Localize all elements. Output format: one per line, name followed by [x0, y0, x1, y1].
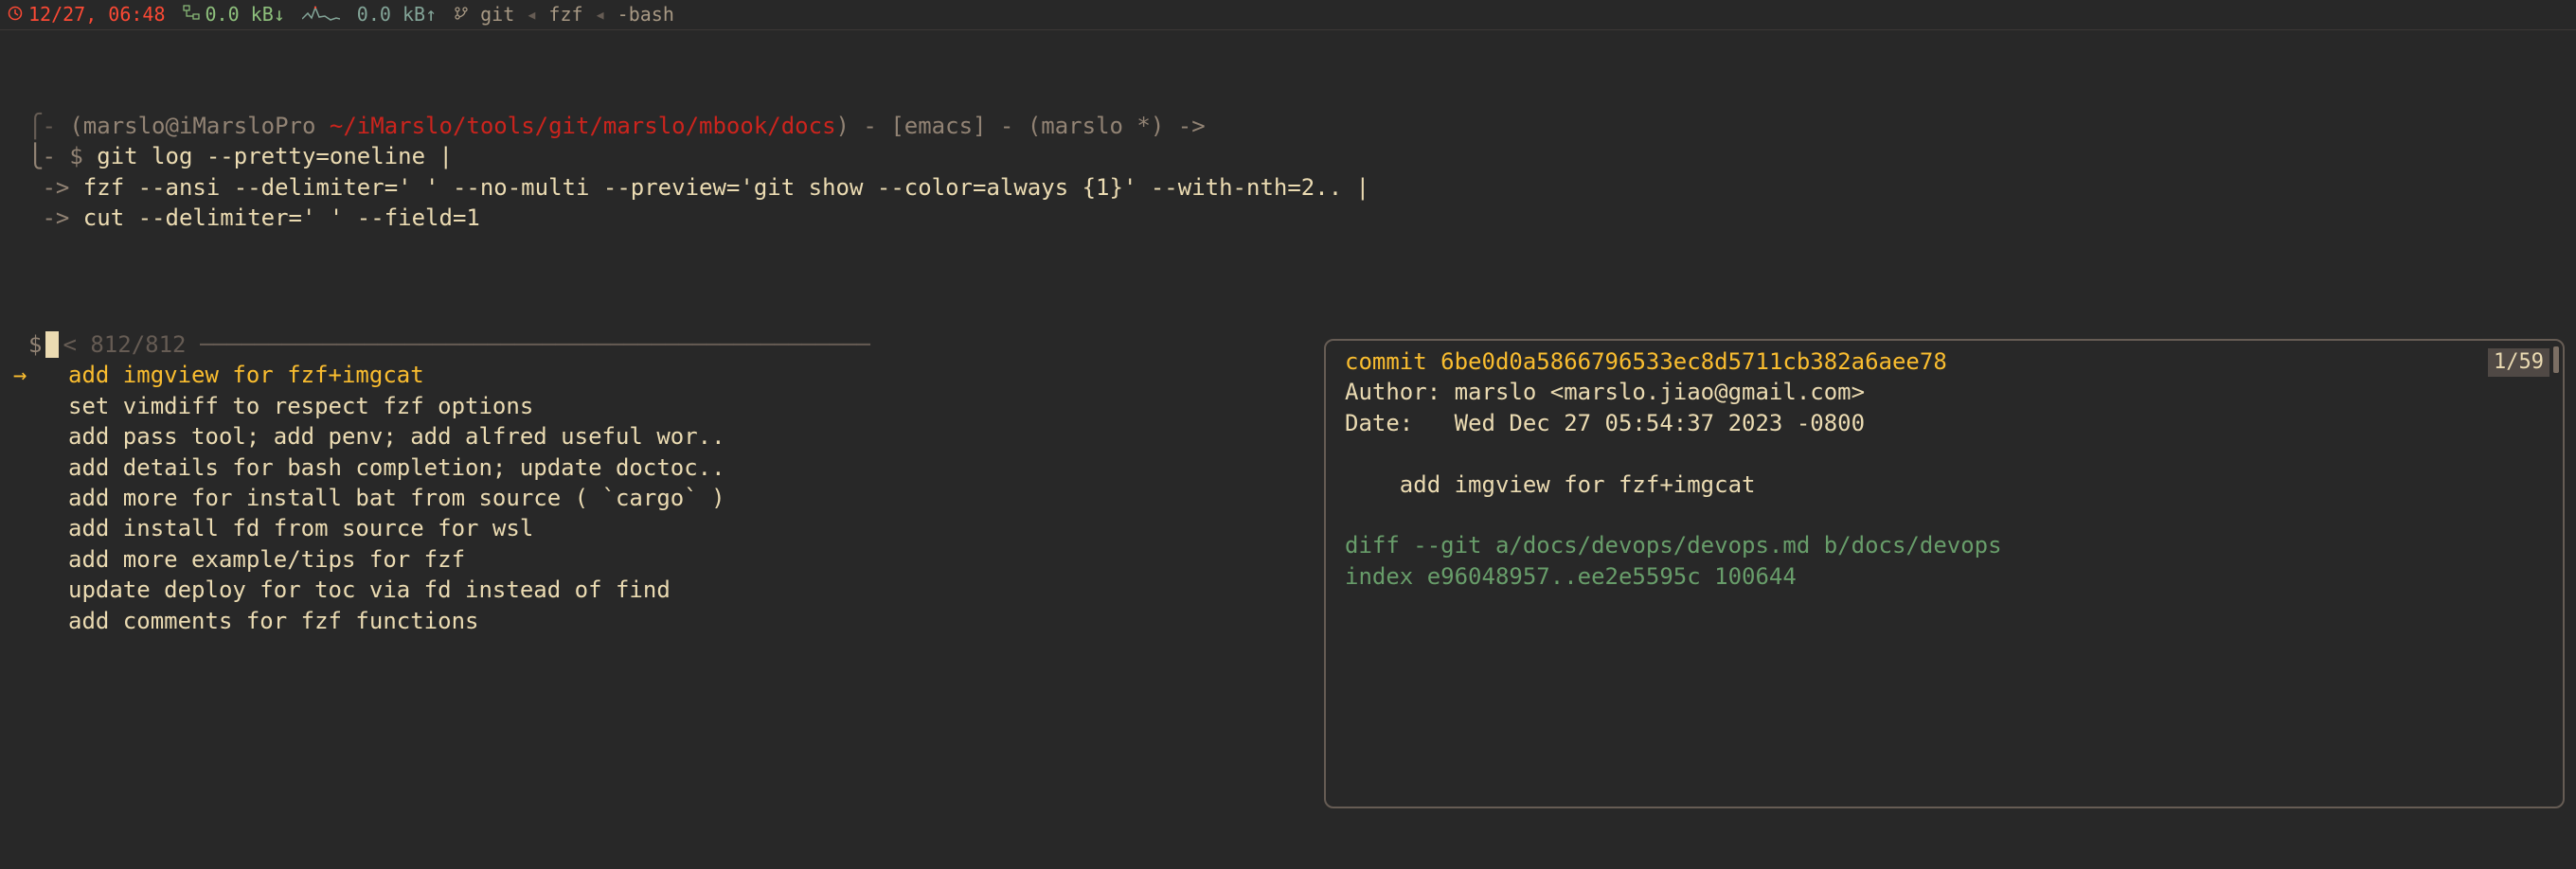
net-up-value: 0.0 kB↑ — [357, 2, 437, 27]
command-line-3[interactable]: -> cut --delimiter=' ' --field=1 — [28, 203, 2548, 233]
process-chain: git ◂ fzf ◂ -bash — [454, 2, 674, 27]
fzf-item[interactable]: set vimdiff to respect fzf options — [8, 391, 1296, 421]
fzf-item[interactable]: add comments for fzf functions — [8, 606, 1296, 636]
fzf-list[interactable]: add imgview for fzf+imgcat set vimdiff t… — [8, 360, 1296, 636]
branch-icon — [454, 3, 480, 26]
fzf-input-marker: < — [63, 329, 76, 360]
fzf-cursor — [45, 331, 59, 358]
fzf-interface: $ < 812/812 ────────────────────────────… — [8, 329, 2568, 636]
clock-text: 12/27, 06:48 — [28, 2, 166, 27]
fzf-item[interactable]: add install fd from source for wsl — [8, 513, 1296, 543]
command-line-1[interactable]: ⎩- $ git log --pretty=oneline | — [28, 141, 2548, 171]
fzf-item[interactable]: add pass tool; add penv; add alfred usef… — [8, 421, 1296, 452]
proc-3: -bash — [617, 3, 674, 26]
proc-sep-2: ◂ — [595, 3, 606, 26]
fzf-item[interactable]: add imgview for fzf+imgcat — [8, 360, 1296, 390]
fzf-item[interactable]: add more example/tips for fzf — [8, 544, 1296, 575]
fzf-left-pane: $ < 812/812 ────────────────────────────… — [8, 329, 1315, 636]
preview-message: add imgview for fzf+imgcat — [1345, 470, 2544, 500]
commit-hash: 6be0d0a5866796533ec8d5711cb382a6aee78 — [1440, 348, 1947, 375]
net-up-section: 0.0 kB↑ — [357, 2, 437, 27]
fzf-rule: ────────────────────────────────────────… — [200, 329, 1296, 360]
preview-diff-header: diff --git a/docs/devops/devops.md b/doc… — [1345, 530, 2544, 560]
fzf-prompt[interactable]: $ < 812/812 ────────────────────────────… — [8, 329, 1296, 360]
terminal-body: ⎧- (marslo@iMarsloPro ~/iMarslo/tools/gi… — [0, 30, 2576, 234]
clock-icon — [8, 2, 23, 27]
preview-diff-index: index e96048957..ee2e5595c 100644 — [1345, 561, 2544, 592]
preview-author: Author: marslo <marslo.jiao@gmail.com> — [1345, 377, 2544, 407]
proc-sep-1: ◂ — [526, 3, 537, 26]
prompt-line-1: ⎧- (marslo@iMarsloPro ~/iMarslo/tools/gi… — [28, 111, 2548, 141]
command-line-2[interactable]: -> fzf --ansi --delimiter=' ' --no-multi… — [28, 172, 2548, 203]
cpu-sparkline — [302, 2, 340, 27]
preview-date: Date: Wed Dec 27 05:54:37 2023 -0800 — [1345, 408, 2544, 438]
net-down-icon — [183, 2, 200, 27]
status-bar: 12/27, 06:48 0.0 kB↓ 0.0 kB↑ git ◂ fzf ◂… — [0, 0, 2576, 30]
fzf-count: 812/812 — [90, 329, 186, 360]
preview-pager: 1/59 — [2488, 348, 2549, 377]
net-down-section: 0.0 kB↓ — [183, 2, 285, 27]
preview-commit-line: commit 6be0d0a5866796533ec8d5711cb382a6a… — [1345, 346, 2544, 377]
fzf-preview-pane: 1/59 commit 6be0d0a5866796533ec8d5711cb3… — [1324, 339, 2565, 808]
proc-1: git — [480, 3, 514, 26]
preview-scrollbar[interactable] — [2553, 346, 2559, 373]
fzf-item[interactable]: add more for install bat from source ( `… — [8, 483, 1296, 513]
fzf-item[interactable]: add details for bash completion; update … — [8, 452, 1296, 483]
proc-2: fzf — [548, 3, 582, 26]
clock-section: 12/27, 06:48 — [8, 2, 166, 27]
cwd-path: ~/iMarslo/tools/git/marslo/mbook/docs — [330, 113, 836, 139]
net-down-value: 0.0 kB↓ — [206, 2, 285, 27]
fzf-item[interactable]: update deploy for toc via fd instead of … — [8, 575, 1296, 605]
